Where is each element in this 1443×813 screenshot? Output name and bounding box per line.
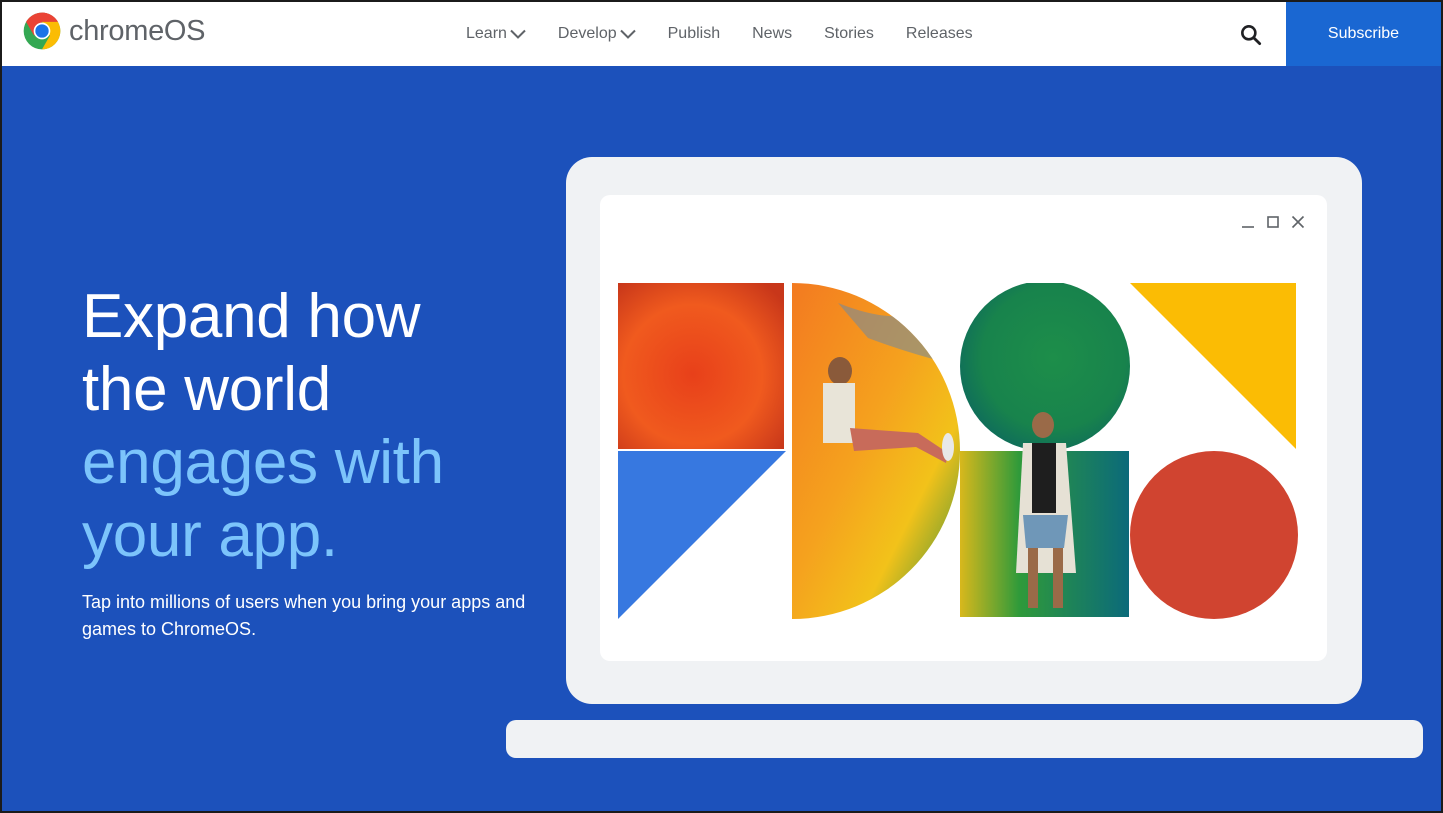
- site-header: chromeOS Learn Develop Publish News Stor…: [2, 2, 1441, 66]
- chevron-down-icon: [510, 29, 526, 39]
- yellow-triangle-shape: [1130, 283, 1296, 449]
- chrome-logo-icon: [23, 12, 61, 50]
- nav-item-releases[interactable]: Releases: [906, 25, 973, 43]
- close-icon: [1291, 215, 1305, 229]
- nav-item-news[interactable]: News: [752, 25, 792, 43]
- nav-item-develop[interactable]: Develop: [558, 25, 636, 43]
- nav-label: Publish: [667, 25, 721, 42]
- nav-label: Releases: [905, 25, 973, 42]
- subscribe-button[interactable]: Subscribe: [1286, 2, 1441, 66]
- page: chromeOS Learn Develop Publish News Stor…: [2, 2, 1441, 811]
- window-controls: [1232, 213, 1307, 231]
- hero-title: Expand how the world engages with your a…: [82, 280, 444, 572]
- red-smoke-tile: [618, 283, 784, 449]
- nav-item-stories[interactable]: Stories: [824, 25, 874, 43]
- nav-label: Stories: [824, 25, 874, 42]
- hero-subtitle: Tap into millions of users when you brin…: [82, 592, 526, 639]
- hero-title-line: Expand how: [82, 282, 421, 351]
- blue-triangle-shape: [618, 451, 786, 619]
- chromeos-logo-link[interactable]: chromeOS: [22, 11, 206, 51]
- laptop-base-illustration: [506, 720, 1423, 758]
- hero-title-line: the world: [82, 355, 331, 424]
- app-artwork: [618, 283, 1298, 619]
- hero-title-accent-line: your app.: [82, 501, 338, 570]
- search-button[interactable]: [1238, 22, 1264, 48]
- nav-item-learn[interactable]: Learn: [466, 25, 526, 43]
- search-icon: [1241, 25, 1262, 46]
- main-nav: Learn Develop Publish News Stories Relea…: [466, 2, 1005, 66]
- nav-label: News: [752, 25, 793, 42]
- nav-label: Learn: [466, 25, 507, 42]
- maximize-icon: [1267, 216, 1279, 228]
- chevron-down-icon: [619, 29, 636, 39]
- nav-item-publish[interactable]: Publish: [668, 25, 720, 43]
- laptop-illustration: [566, 157, 1362, 704]
- hero-title-accent-line: engages with: [82, 428, 444, 497]
- logo-text: chromeOS: [69, 14, 206, 47]
- minimize-icon: [1242, 226, 1254, 228]
- nav-label: Develop: [557, 25, 617, 42]
- red-circle-shape: [1130, 451, 1298, 619]
- app-window-illustration: [600, 195, 1327, 661]
